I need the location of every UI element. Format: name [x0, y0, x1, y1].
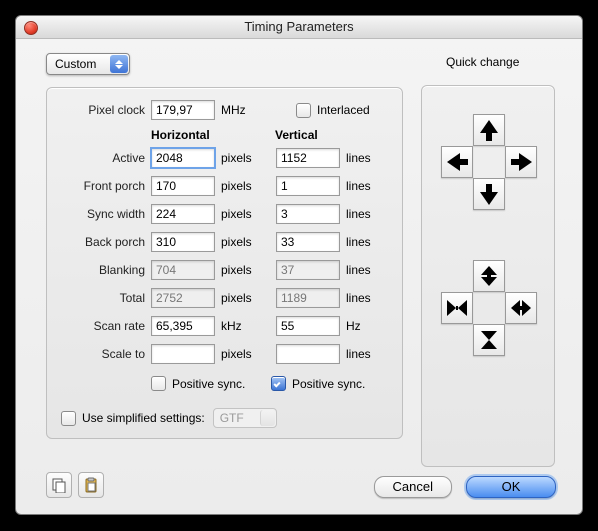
arrow-left-icon — [447, 153, 460, 171]
paste-button[interactable] — [78, 472, 104, 498]
copy-icon — [51, 477, 67, 493]
quick-change-title: Quick change — [446, 55, 519, 69]
row-label-back-porch: Back porch — [47, 235, 151, 249]
arrow-down-icon — [480, 192, 498, 205]
row-label-front-porch: Front porch — [47, 179, 151, 193]
v-total-value: 1189 — [276, 288, 340, 308]
shrink-v-icon — [481, 331, 497, 349]
v-positive-sync-checkbox[interactable]: Positive sync. — [271, 376, 365, 391]
arrow-right-icon — [519, 153, 532, 171]
timing-group: Pixel clock 179,97 MHz Interlaced Horizo… — [46, 87, 403, 439]
pixel-clock-label: Pixel clock — [47, 103, 151, 117]
h-back-porch-input[interactable]: 310 — [151, 232, 215, 252]
h-active-input[interactable]: 2048 — [151, 148, 215, 168]
expand-h-icon — [511, 300, 531, 316]
simplified-select: GTF — [213, 408, 277, 428]
row-label-blanking: Blanking — [47, 263, 151, 277]
quick-change-group — [421, 85, 555, 467]
v-active-input[interactable]: 1152 — [276, 148, 340, 168]
cancel-button[interactable]: Cancel — [374, 476, 452, 498]
use-simplified-checkbox[interactable]: Use simplified settings: — [61, 411, 205, 426]
v-front-porch-input[interactable]: 1 — [276, 176, 340, 196]
move-cluster — [440, 114, 536, 210]
row-label-scan-rate: Scan rate — [47, 319, 151, 333]
v-blanking-value: 37 — [276, 260, 340, 280]
h-scale-to-input[interactable] — [151, 344, 215, 364]
ok-button[interactable]: OK — [466, 476, 556, 498]
checkbox-icon — [61, 411, 76, 426]
move-up-button[interactable] — [473, 114, 505, 146]
v-sync-width-input[interactable]: 3 — [276, 204, 340, 224]
preset-popup[interactable]: Custom — [46, 53, 130, 75]
row-label-total: Total — [47, 291, 151, 305]
checkbox-icon — [296, 103, 311, 118]
row-label-sync-width: Sync width — [47, 207, 151, 221]
preset-label: Custom — [47, 57, 96, 71]
move-right-button[interactable] — [505, 146, 537, 178]
h-scan-rate-input[interactable]: 65,395 — [151, 316, 215, 336]
move-down-button[interactable] — [473, 178, 505, 210]
window-title: Timing Parameters — [244, 19, 353, 34]
paste-icon — [83, 477, 99, 493]
row-label-scale-to: Scale to — [47, 347, 151, 361]
shrink-horizontal-button[interactable] — [441, 292, 473, 324]
pixel-clock-input[interactable]: 179,97 — [151, 100, 215, 120]
v-scale-to-input[interactable] — [276, 344, 340, 364]
move-left-button[interactable] — [441, 146, 473, 178]
shrink-h-icon — [447, 300, 467, 316]
h-sync-width-input[interactable]: 224 — [151, 204, 215, 224]
v-scan-rate-unit: Hz — [340, 319, 401, 333]
pixel-clock-unit: MHz — [215, 103, 276, 117]
h-front-porch-input[interactable]: 170 — [151, 176, 215, 196]
expand-v-icon — [481, 266, 497, 286]
row-label-active: Active — [47, 151, 151, 165]
arrow-up-icon — [480, 120, 498, 133]
v-scan-rate-input[interactable]: 55 — [276, 316, 340, 336]
titlebar: Timing Parameters — [16, 16, 582, 39]
expand-horizontal-button[interactable] — [505, 292, 537, 324]
v-active-unit: lines — [340, 151, 401, 165]
interlaced-label: Interlaced — [317, 103, 370, 117]
interlaced-checkbox[interactable]: Interlaced — [296, 103, 370, 118]
h-blanking-value: 704 — [151, 260, 215, 280]
expand-vertical-button[interactable] — [473, 260, 505, 292]
size-cluster — [440, 260, 536, 356]
shrink-vertical-button[interactable] — [473, 324, 505, 356]
popup-arrows-icon — [110, 55, 128, 73]
h-active-unit: pixels — [215, 151, 276, 165]
dialog-window: Timing Parameters Custom Pixel clock 179… — [15, 15, 583, 515]
v-back-porch-input[interactable]: 33 — [276, 232, 340, 252]
close-icon[interactable] — [24, 21, 38, 35]
checkbox-icon — [151, 376, 166, 391]
copy-button[interactable] — [46, 472, 72, 498]
h-scan-rate-unit: kHz — [215, 319, 276, 333]
column-header-horizontal: Horizontal — [151, 128, 210, 142]
checkbox-checked-icon — [271, 376, 286, 391]
h-positive-sync-checkbox[interactable]: Positive sync. — [151, 376, 271, 391]
h-total-value: 2752 — [151, 288, 215, 308]
content-area: Custom Pixel clock 179,97 MHz Interlaced… — [16, 39, 582, 514]
column-header-vertical: Vertical — [275, 128, 318, 142]
